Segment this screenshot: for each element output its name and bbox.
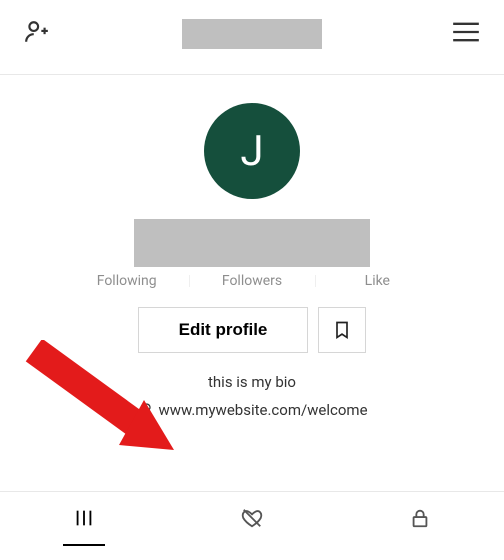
profile-section: J Following Followers Like Edit profile …	[0, 75, 504, 419]
handle-redacted	[134, 219, 370, 267]
add-friend-button[interactable]	[24, 19, 50, 49]
avatar[interactable]: J	[204, 103, 300, 199]
buttons-row: Edit profile	[0, 307, 504, 353]
bio-text: this is my bio	[0, 373, 504, 391]
tab-liked[interactable]	[168, 492, 336, 544]
heart-hidden-icon	[241, 507, 263, 529]
website-url: www.mywebsite.com/welcome	[158, 401, 367, 419]
content-tabs	[0, 491, 504, 544]
edit-profile-label: Edit profile	[179, 320, 268, 339]
stat-followers-label: Followers	[222, 273, 282, 289]
feed-icon	[73, 507, 95, 529]
website-link[interactable]: www.mywebsite.com/welcome	[0, 401, 504, 419]
stat-like[interactable]: Like	[315, 273, 440, 289]
stat-like-label: Like	[365, 273, 390, 289]
avatar-initial: J	[240, 127, 263, 176]
stat-followers[interactable]: Followers	[189, 273, 314, 289]
menu-button[interactable]	[452, 21, 480, 47]
stat-following[interactable]: Following	[64, 273, 189, 289]
edit-profile-button[interactable]: Edit profile	[138, 307, 309, 353]
top-bar	[0, 0, 504, 68]
stat-following-label: Following	[97, 273, 157, 289]
username-redacted-top	[182, 19, 322, 49]
lock-icon	[409, 507, 431, 529]
stats-row: Following Followers Like	[0, 273, 504, 289]
tab-feed[interactable]	[0, 492, 168, 544]
link-icon	[136, 402, 152, 418]
bookmark-button[interactable]	[318, 307, 366, 353]
bookmark-icon	[332, 319, 352, 341]
tab-private[interactable]	[336, 492, 504, 544]
